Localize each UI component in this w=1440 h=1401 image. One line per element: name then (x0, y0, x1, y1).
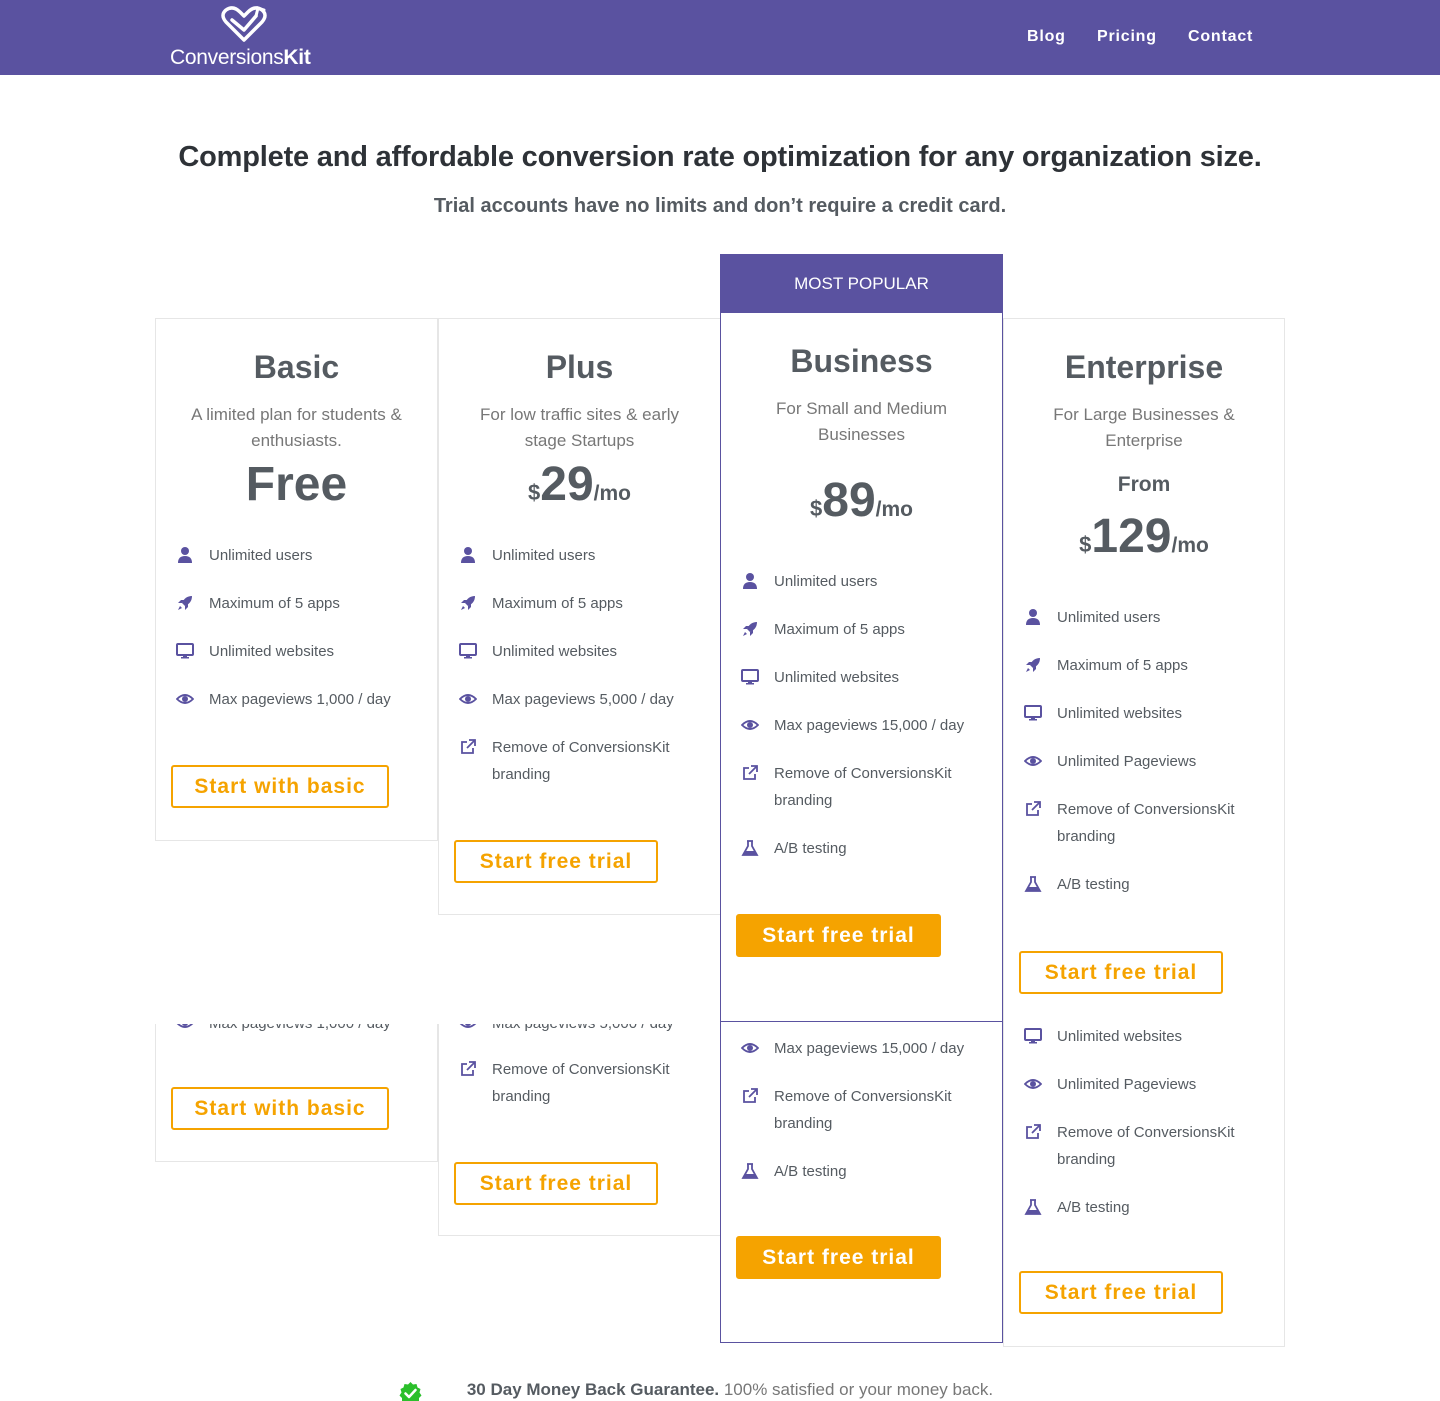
rocket-icon (176, 594, 194, 612)
eye-icon (1024, 752, 1042, 770)
eye-icon (741, 716, 759, 734)
heart-logo-icon (221, 6, 267, 42)
plan-card-business: Business For Small and Medium Businesses… (720, 312, 1003, 1022)
nav-blog[interactable]: Blog (1027, 28, 1066, 46)
plan-description: For Small and Medium Businesses (775, 399, 947, 444)
plan-name: Basic (253, 349, 340, 385)
plan-description: For Large Businesses & Enterprise (1053, 405, 1235, 450)
eye-icon (1024, 1075, 1042, 1093)
start-free-trial-button[interactable]: Start free trial (454, 840, 658, 883)
plan-card-enterprise: Unlimited websites Unlimited Pageviews R… (1003, 1024, 1285, 1347)
page-title: Complete and affordable conversion rate … (178, 141, 1262, 173)
user-icon (176, 546, 194, 564)
plan-name: Business (790, 343, 933, 379)
plan-card-plus: Max pageviews 5,000 / day Remove of Conv… (438, 1024, 721, 1236)
start-free-trial-button[interactable]: Start free trial (1019, 1271, 1223, 1314)
nav-pricing[interactable]: Pricing (1097, 28, 1157, 46)
page-subtitle: Trial accounts have no limits and don’t … (433, 195, 1007, 217)
rocket-icon (1024, 656, 1042, 674)
external-link-icon (741, 1087, 759, 1105)
eye-icon (459, 1024, 477, 1032)
plan-card-basic: Max pageviews 1,000 / day Start with bas… (155, 1024, 438, 1162)
eye-icon (459, 690, 477, 708)
external-link-icon (741, 764, 759, 782)
flask-icon (741, 1162, 759, 1180)
start-free-trial-button[interactable]: Start free trial (1019, 951, 1223, 994)
most-popular-badge: MOST POPULAR (720, 254, 1003, 313)
user-icon (1024, 608, 1042, 626)
monitor-icon (1024, 1027, 1042, 1045)
plan-card-enterprise-viewport: Enterprise For Large Businesses & Enterp… (1003, 318, 1286, 1024)
plan-description: For low traffic sites & early stage Star… (479, 405, 680, 450)
money-back-guarantee: 30 Day Money Back Guarantee. 100% satisf… (466, 1380, 994, 1399)
external-link-icon (1024, 800, 1042, 818)
price-from-label: From (1117, 473, 1171, 496)
plan-card-business-lower-viewport: Max pageviews 15,000 / day Remove of Con… (720, 1022, 1004, 1344)
plan-name: Plus (545, 349, 614, 385)
start-free-trial-button[interactable]: Start free trial (454, 1162, 658, 1205)
plan-description: A limited plan for students & enthusiast… (191, 405, 402, 450)
user-icon (459, 546, 477, 564)
rocket-icon (459, 594, 477, 612)
start-free-trial-button[interactable]: Start free trial (736, 914, 941, 957)
start-with-basic-button[interactable]: Start with basic (171, 765, 389, 808)
logo-text: ConversionsKit (170, 46, 311, 69)
monitor-icon (176, 642, 194, 660)
top-navbar: ConversionsKit Blog Pricing Contact (0, 0, 1440, 75)
eye-icon (741, 1039, 759, 1057)
plan-card-basic: Basic A limited plan for students & enth… (155, 318, 438, 841)
monitor-icon (741, 668, 759, 686)
eye-icon (176, 1024, 194, 1032)
rocket-icon (741, 620, 759, 638)
start-free-trial-button[interactable]: Start free trial (736, 1236, 941, 1279)
plan-card-enterprise-lower-viewport: Unlimited websites Unlimited Pageviews R… (1003, 1024, 1286, 1348)
plan-card-business: Max pageviews 15,000 / day Remove of Con… (720, 1022, 1003, 1343)
plan-card-basic-lower-viewport: Max pageviews 1,000 / day Start with bas… (155, 1024, 438, 1164)
nav-contact[interactable]: Contact (1188, 28, 1253, 46)
plan-price: $129/mo (1079, 510, 1209, 563)
monitor-icon (459, 642, 477, 660)
plan-price: $29/mo (528, 458, 631, 511)
monitor-icon (1024, 704, 1042, 722)
plan-card-plus: Plus For low traffic sites & early stage… (438, 318, 721, 915)
plan-price: $89/mo (810, 474, 913, 527)
plan-name: Enterprise (1064, 349, 1224, 385)
logo[interactable]: ConversionsKit (170, 4, 320, 70)
flask-icon (741, 839, 759, 857)
plan-card-enterprise: Enterprise For Large Businesses & Enterp… (1003, 318, 1285, 1024)
external-link-icon (459, 738, 477, 756)
flask-icon (1024, 875, 1042, 893)
plan-price: Free (245, 458, 348, 511)
start-with-basic-button[interactable]: Start with basic (171, 1087, 389, 1130)
external-link-icon (459, 1060, 477, 1078)
flask-icon (1024, 1198, 1042, 1216)
eye-icon (176, 690, 194, 708)
external-link-icon (1024, 1123, 1042, 1141)
plan-card-plus-lower-viewport: Max pageviews 5,000 / day Remove of Conv… (438, 1024, 721, 1238)
user-icon (741, 572, 759, 590)
